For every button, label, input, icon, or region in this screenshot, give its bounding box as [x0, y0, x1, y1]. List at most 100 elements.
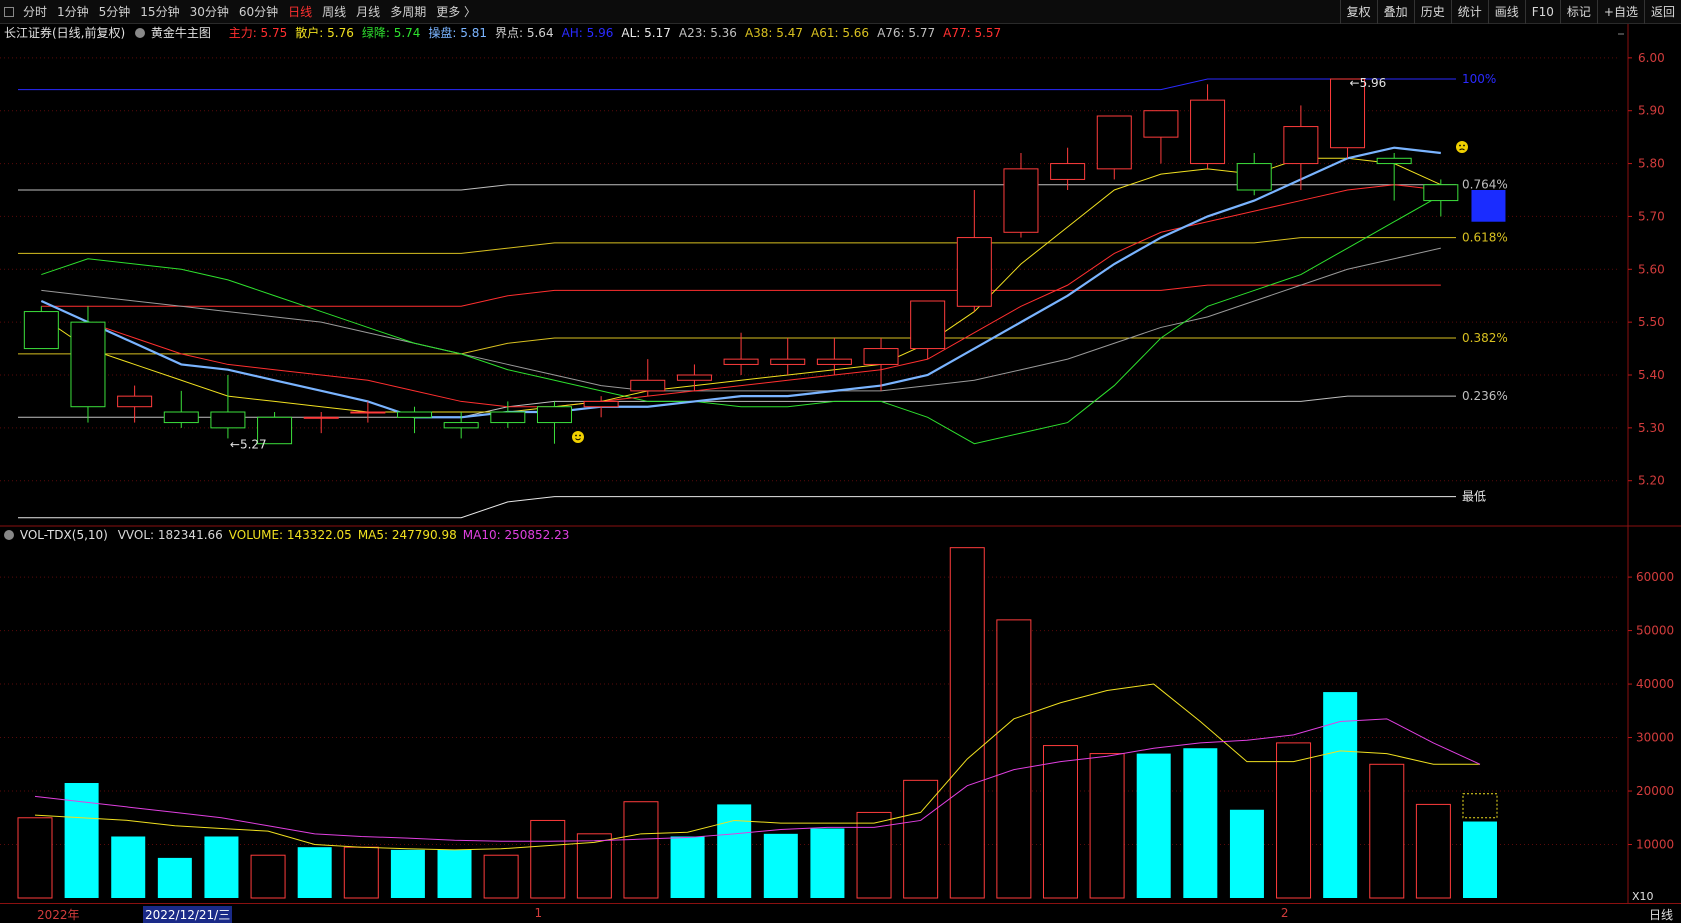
fib-line-0 [18, 78, 1456, 91]
candle [816, 358, 852, 365]
volume-bar [297, 847, 332, 898]
y-tick-label: 5.40 [1638, 368, 1665, 382]
volume-bar [1183, 748, 1218, 898]
date-tick-label: 1 [534, 906, 543, 920]
volume-bar [717, 804, 752, 898]
volume-bar [1089, 753, 1125, 899]
volume-scale-label: X10 [1632, 890, 1654, 903]
y-tick-label: 5.70 [1638, 209, 1665, 223]
candle [1236, 163, 1272, 191]
sell-smiley-icon [1456, 141, 1468, 153]
volume-bar [530, 819, 566, 899]
candle [910, 300, 946, 350]
selected-date-label: 2022/12/21/三 [143, 906, 233, 923]
candle [1143, 110, 1179, 138]
volume-bar [1136, 753, 1171, 898]
fib-label: 0.764% [1462, 178, 1508, 192]
candle [210, 411, 246, 429]
candle [770, 358, 806, 365]
volume-y-tick-label: 50000 [1636, 624, 1674, 638]
buy-smiley-icon-eye [575, 434, 577, 437]
candle [490, 411, 526, 424]
fib-label: 最低 [1462, 490, 1486, 504]
candle [723, 358, 759, 365]
volume-y-tick-label: 10000 [1636, 838, 1674, 852]
candle [1190, 99, 1226, 165]
volume-bar [250, 854, 286, 899]
y-tick-label: 5.60 [1638, 262, 1665, 276]
volume-bar [763, 833, 798, 898]
candle [1003, 168, 1039, 233]
period-tag: 日线 [1648, 908, 1673, 922]
chart-canvas[interactable]: 6.00 5.90 5.80 5.70 5.60 5.50 5.40 5.30 5.20 100%… [0, 0, 1681, 903]
fib-label: 0.618% [1462, 231, 1508, 245]
volume-bar [390, 849, 425, 898]
volume-bar [343, 846, 379, 899]
volume-bar [1229, 809, 1264, 898]
volume-bar [670, 836, 705, 898]
indicator-line-5 [40, 146, 1441, 419]
volume-bar [111, 836, 146, 898]
candle [676, 374, 712, 381]
candle [1096, 115, 1132, 170]
candle [956, 237, 992, 307]
volume-bar [1276, 742, 1312, 899]
candle [536, 406, 572, 424]
candle [1050, 163, 1086, 180]
indicator-line-2 [41, 194, 1442, 445]
volume-y-tick-label: 60000 [1636, 570, 1674, 584]
buy-smiley-icon-eye [579, 434, 581, 437]
fib-line-3 [18, 337, 1456, 355]
candle [23, 311, 59, 350]
candle [630, 379, 666, 392]
volume-bar [810, 828, 845, 898]
volume-y-tick-label: 30000 [1636, 731, 1674, 745]
candle [70, 321, 106, 408]
current-candle-block [1471, 190, 1506, 222]
date-axis: 2022年 1 2 2022/12/21/三 日线 [0, 903, 1681, 923]
fib-line-2 [18, 237, 1456, 254]
candle [163, 411, 199, 424]
date-tick-label: 2 [1280, 906, 1289, 920]
current-volume-marker [1462, 793, 1498, 819]
volume-bar [17, 817, 53, 899]
low-annotation: ←5.27 [230, 438, 267, 452]
y-tick-label: 5.20 [1638, 474, 1665, 488]
candle [583, 400, 619, 408]
volume-bar [204, 836, 239, 898]
y-tick-label: 5.30 [1638, 421, 1665, 435]
fib-line-5 [18, 496, 1456, 519]
indicator-line-0 [41, 284, 1441, 307]
y-tick-label: 5.50 [1638, 315, 1665, 329]
sell-smiley-icon-eye [1459, 144, 1461, 147]
date-tick-label: 2022年 [36, 908, 80, 922]
volume-bar [483, 854, 519, 899]
buy-smiley-icon [572, 431, 584, 443]
fib-label: 100% [1462, 72, 1496, 86]
candle [1423, 184, 1459, 202]
volume-bar [949, 547, 985, 899]
candle [397, 411, 433, 418]
volume-bar [996, 619, 1032, 899]
volume-bar [1415, 803, 1451, 899]
fib-label: 0.382% [1462, 331, 1508, 345]
y-tick-label: 6.00 [1638, 51, 1665, 65]
candle [303, 416, 339, 419]
volume-bar [437, 849, 472, 898]
volume-y-tick-label: 40000 [1636, 677, 1674, 691]
y-tick-label: 5.90 [1638, 104, 1665, 118]
candle [1376, 157, 1412, 165]
sell-smiley-icon-eye [1463, 144, 1465, 147]
fib-label: 0.236% [1462, 389, 1508, 403]
volume-bar [623, 801, 659, 899]
volume-bar [1369, 763, 1405, 899]
y-tick-label: 5.80 [1638, 157, 1665, 171]
volume-bar [903, 779, 939, 899]
volume-bar [1323, 692, 1358, 898]
volume-bar [1042, 745, 1078, 899]
volume-bar [157, 857, 192, 898]
candle [1283, 126, 1319, 165]
volume-y-tick-label: 20000 [1636, 784, 1674, 798]
candle [117, 395, 153, 408]
candle [443, 422, 479, 429]
